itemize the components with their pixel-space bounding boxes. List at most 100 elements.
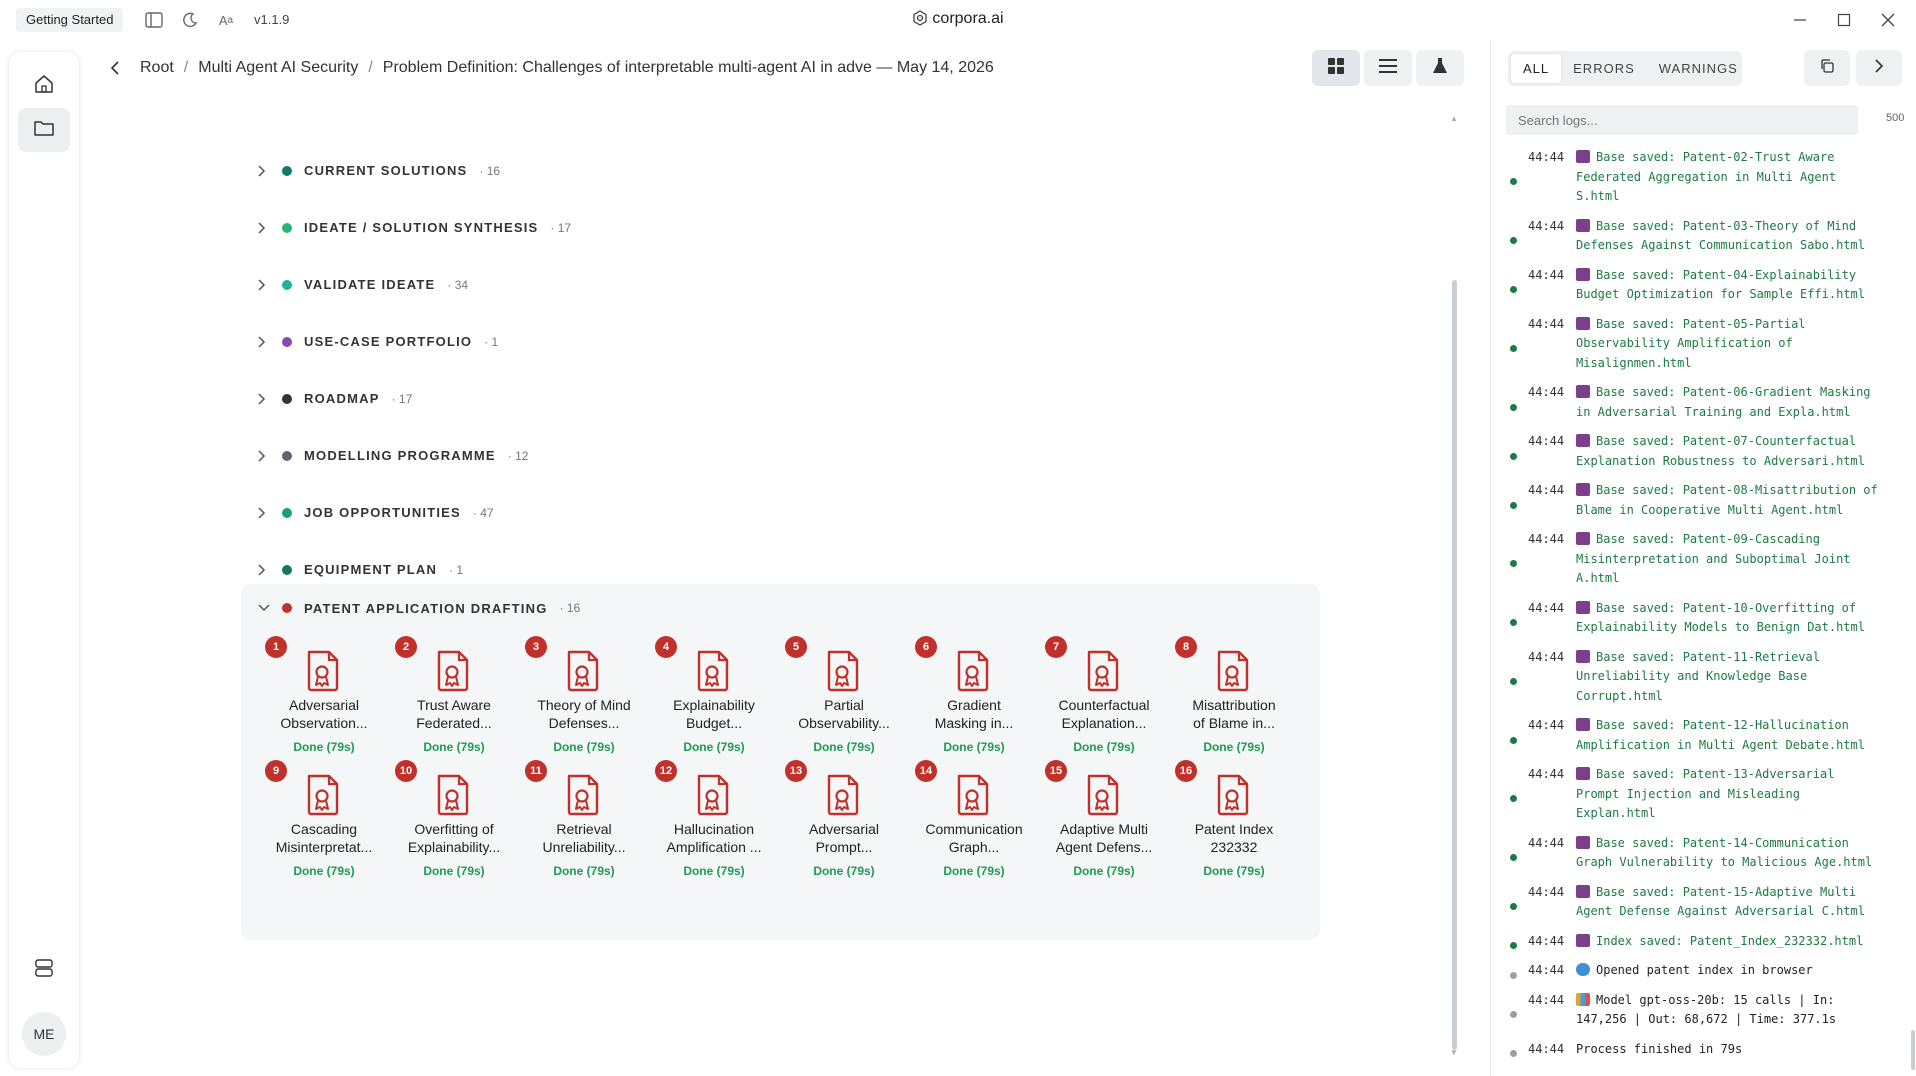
list-view-button[interactable] xyxy=(1364,50,1412,86)
scroll-down-icon[interactable]: ▼ xyxy=(1450,1048,1458,1057)
chevron-right-icon xyxy=(258,164,282,177)
patent-title-line: Defenses... xyxy=(548,715,620,731)
status-dot xyxy=(282,564,292,575)
patent-tile[interactable]: 6 Gradient Masking in... Done (79s) xyxy=(909,636,1039,776)
log-scrollbar[interactable] xyxy=(1911,1030,1915,1070)
log-entry: 44:44 Base saved: Patent-05-Partial Obser… xyxy=(1508,315,1888,374)
close-icon[interactable] xyxy=(1878,10,1898,30)
patent-tile[interactable]: 15 Adaptive Multi Agent Defens... Done (79s… xyxy=(1039,760,1169,900)
patent-title: Adversarial Prompt... xyxy=(779,820,909,856)
patent-tile[interactable]: 3 Theory of Mind Defenses... Done (79s) xyxy=(519,636,649,776)
log-message: Base saved: Patent-13-Adversarial Prompt… xyxy=(1568,765,1878,824)
log-status-dot xyxy=(1510,1011,1517,1018)
storage-button[interactable] xyxy=(18,948,70,992)
patent-title-line: of Blame in... xyxy=(1193,715,1275,731)
log-time: 44:44 xyxy=(1528,884,1565,899)
copy-icon xyxy=(1819,58,1835,79)
scroll-up-icon[interactable]: ▲ xyxy=(1450,114,1458,123)
collapse-logs-button[interactable] xyxy=(1856,50,1902,86)
log-message: Base saved: Patent-04-Explainability Bud… xyxy=(1568,266,1878,305)
patent-tile[interactable]: 4 Explainability Budget... Done (79s) xyxy=(649,636,779,776)
app-title: corpora.ai xyxy=(0,10,1916,31)
patent-tile[interactable]: 10 Overfitting of Explainability... Done (7… xyxy=(389,760,519,900)
breadcrumb-root[interactable]: Root xyxy=(140,59,174,77)
section-count: · 1 xyxy=(449,562,464,577)
minimize-icon[interactable] xyxy=(1790,10,1810,30)
patent-tile[interactable]: 2 Trust Aware Federated... Done (79s) xyxy=(389,636,519,776)
log-message: Index saved: Patent_Index_232332.html xyxy=(1568,932,1878,952)
status-dot xyxy=(282,165,292,176)
patent-title-line: Theory of Mind xyxy=(537,697,631,713)
tab-all[interactable]: ALL xyxy=(1511,54,1562,83)
log-message-text: Base saved: Patent-10-Overfitting of Exp… xyxy=(1576,600,1865,635)
patent-tile[interactable]: 12 Hallucination Amplification ... Done (79… xyxy=(649,760,779,900)
log-message-text: Process finished in 79s xyxy=(1576,1041,1743,1056)
patent-title: Adaptive Multi Agent Defens... xyxy=(1039,820,1169,856)
save-icon xyxy=(1576,267,1590,281)
breadcrumb-project[interactable]: Multi Agent AI Security xyxy=(198,59,358,77)
patent-title: Cascading Misinterpretat... xyxy=(259,820,389,856)
tab-errors[interactable]: ERRORS xyxy=(1561,54,1647,83)
patent-tile[interactable]: 7 Counterfactual Explanation... Done (79s) xyxy=(1039,636,1169,776)
patent-tile[interactable]: 1 Adversarial Observation... Done (79s) xyxy=(259,636,389,776)
save-icon xyxy=(1576,767,1590,780)
section-row[interactable]: MODELLING PROGRAMME · 12 xyxy=(258,427,1318,484)
section-count: · 16 xyxy=(559,601,581,615)
tab-warnings[interactable]: WARNINGS xyxy=(1647,54,1750,83)
patent-tile[interactable]: 8 Misattribution of Blame in... Done (79s) xyxy=(1169,636,1299,776)
patent-tile[interactable]: 5 Partial Observability... Done (79s) xyxy=(779,636,909,776)
status-dot xyxy=(282,336,292,347)
back-chevron-icon[interactable] xyxy=(110,61,120,75)
panel-divider xyxy=(1490,40,1491,1076)
chevron-right-icon xyxy=(258,506,282,519)
patent-tile[interactable]: 14 Communication Graph... Done (79s) xyxy=(909,760,1039,900)
log-message-text: Base saved: Patent-14-Communication Grap… xyxy=(1576,835,1873,870)
number-badge: 13 xyxy=(785,760,807,782)
log-time: 44:44 xyxy=(1528,1041,1565,1056)
patent-title: Explainability Budget... xyxy=(649,696,779,732)
folder-button[interactable] xyxy=(18,108,70,152)
log-entry: 44:44 Base saved: Patent-13-Adversarial P… xyxy=(1508,765,1888,824)
section-row[interactable]: IDEATE / SOLUTION SYNTHESIS · 17 xyxy=(258,199,1318,256)
log-time: 44:44 xyxy=(1528,767,1565,781)
log-message: Base saved: Patent-15-Adaptive Multi Age… xyxy=(1568,883,1878,922)
log-time: 44:44 xyxy=(1528,218,1565,233)
section-row[interactable]: JOB OPPORTUNITIES · 47 xyxy=(258,484,1318,541)
number-badge: 15 xyxy=(1045,760,1067,782)
save-icon xyxy=(1576,532,1590,545)
patent-status: Done (79s) xyxy=(423,864,485,878)
patent-tile[interactable]: 13 Adversarial Prompt... Done (79s) xyxy=(779,760,909,900)
patent-title-line: Budget... xyxy=(685,715,743,731)
log-entry: 44:44 Base saved: Patent-10-Overfitting o… xyxy=(1508,599,1888,638)
title-bar: Getting Started Aa v1.1.9 corpora.ai xyxy=(0,0,1916,40)
chevron-right-icon xyxy=(258,563,282,576)
section-row[interactable]: CURRENT SOLUTIONS · 16 xyxy=(258,142,1318,199)
section-row[interactable]: ROADMAP · 17 xyxy=(258,370,1318,427)
section-row[interactable]: USE-CASE PORTFOLIO · 1 xyxy=(258,313,1318,370)
log-search-input[interactable] xyxy=(1506,105,1858,135)
log-status-dot xyxy=(1510,501,1517,509)
patent-document-icon xyxy=(695,650,731,692)
section-label: EQUIPMENT PLAN xyxy=(304,562,438,577)
patent-section-header[interactable]: PATENT APPLICATION DRAFTING · 16 xyxy=(258,584,580,632)
main-scrollbar[interactable] xyxy=(1452,280,1457,1050)
patent-title-line: Trust Aware xyxy=(417,697,491,713)
copy-logs-button[interactable] xyxy=(1804,50,1850,86)
patent-title-line: Adversarial xyxy=(288,697,360,713)
log-message-text: Base saved: Patent-03-Theory of Mind Def… xyxy=(1576,218,1865,253)
avatar[interactable]: ME xyxy=(22,1012,66,1056)
patent-status: Done (79s) xyxy=(1203,864,1265,878)
patent-title-line: Unreliability... xyxy=(542,839,626,855)
patent-tile[interactable]: 16 Patent Index 232332 Done (79s) xyxy=(1169,760,1299,900)
section-count: · 17 xyxy=(391,391,413,406)
home-button[interactable] xyxy=(18,64,70,108)
lab-view-button[interactable] xyxy=(1416,50,1464,86)
log-message-text: Base saved: Patent-06-Gradient Masking i… xyxy=(1576,385,1871,419)
grid-view-button[interactable] xyxy=(1312,50,1360,86)
section-row[interactable]: VALIDATE IDEATE · 34 xyxy=(258,256,1318,313)
patent-title-line: Prompt... xyxy=(815,839,873,855)
maximize-icon[interactable] xyxy=(1834,10,1854,30)
patent-tile[interactable]: 9 Cascading Misinterpretat... Done (79s) xyxy=(259,760,389,900)
log-time: 44:44 xyxy=(1528,434,1565,448)
patent-tile[interactable]: 11 Retrieval Unreliability... Done (79s) xyxy=(519,760,649,900)
